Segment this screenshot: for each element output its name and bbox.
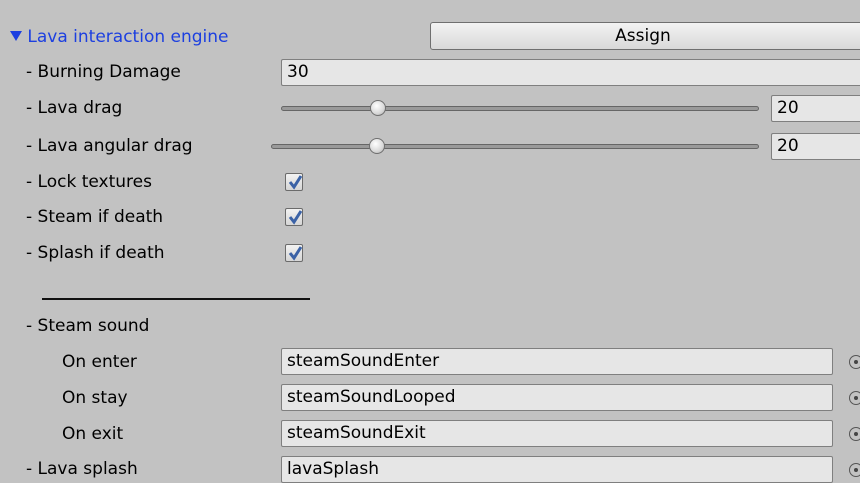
on-stay-field[interactable]: steamSoundLooped bbox=[281, 384, 833, 411]
foldout-label: Lava interaction engine bbox=[27, 27, 229, 47]
object-picker-icon[interactable] bbox=[849, 391, 860, 405]
on-exit-label: On exit bbox=[62, 424, 124, 444]
object-picker-icon[interactable] bbox=[849, 355, 860, 369]
splash-if-death-label: - Splash if death bbox=[26, 243, 165, 263]
lava-drag-label: - Lava drag bbox=[26, 98, 123, 118]
steam-if-death-label: - Steam if death bbox=[26, 207, 164, 227]
steam-sound-label: - Steam sound bbox=[26, 316, 150, 336]
object-picker-icon[interactable] bbox=[849, 463, 860, 477]
triangle-down-icon bbox=[10, 24, 22, 41]
lava-drag-field[interactable]: 20 bbox=[771, 95, 860, 122]
object-picker-icon[interactable] bbox=[849, 427, 860, 441]
lock-textures-checkbox[interactable] bbox=[285, 173, 303, 191]
assign-button[interactable]: Assign bbox=[430, 22, 860, 50]
on-stay-label: On stay bbox=[62, 388, 128, 408]
lava-splash-field[interactable]: lavaSplash bbox=[281, 456, 833, 483]
on-exit-field[interactable]: steamSoundExit bbox=[281, 420, 833, 447]
steam-if-death-checkbox[interactable] bbox=[285, 208, 303, 226]
lava-angular-drag-field[interactable]: 20 bbox=[771, 133, 860, 160]
burning-damage-label: - Burning Damage bbox=[26, 62, 181, 82]
lava-splash-label: - Lava splash bbox=[26, 459, 138, 479]
on-enter-field[interactable]: steamSoundEnter bbox=[281, 348, 833, 375]
burning-damage-field[interactable]: 30 bbox=[281, 59, 860, 86]
splash-if-death-checkbox[interactable] bbox=[285, 244, 303, 262]
checkmark-icon bbox=[288, 175, 303, 190]
lava-angular-drag-slider-thumb[interactable] bbox=[369, 138, 385, 154]
on-enter-label: On enter bbox=[62, 352, 137, 372]
checkmark-icon bbox=[288, 210, 303, 225]
foldout-header[interactable]: Lava interaction engine bbox=[10, 24, 229, 49]
lava-angular-drag-slider-track[interactable] bbox=[271, 144, 759, 149]
lava-angular-drag-label: - Lava angular drag bbox=[26, 136, 193, 156]
lava-drag-slider-track[interactable] bbox=[281, 106, 759, 111]
section-divider bbox=[42, 298, 310, 300]
lava-drag-slider-thumb[interactable] bbox=[370, 100, 386, 116]
checkmark-icon bbox=[288, 246, 303, 261]
lock-textures-label: - Lock textures bbox=[26, 172, 152, 192]
